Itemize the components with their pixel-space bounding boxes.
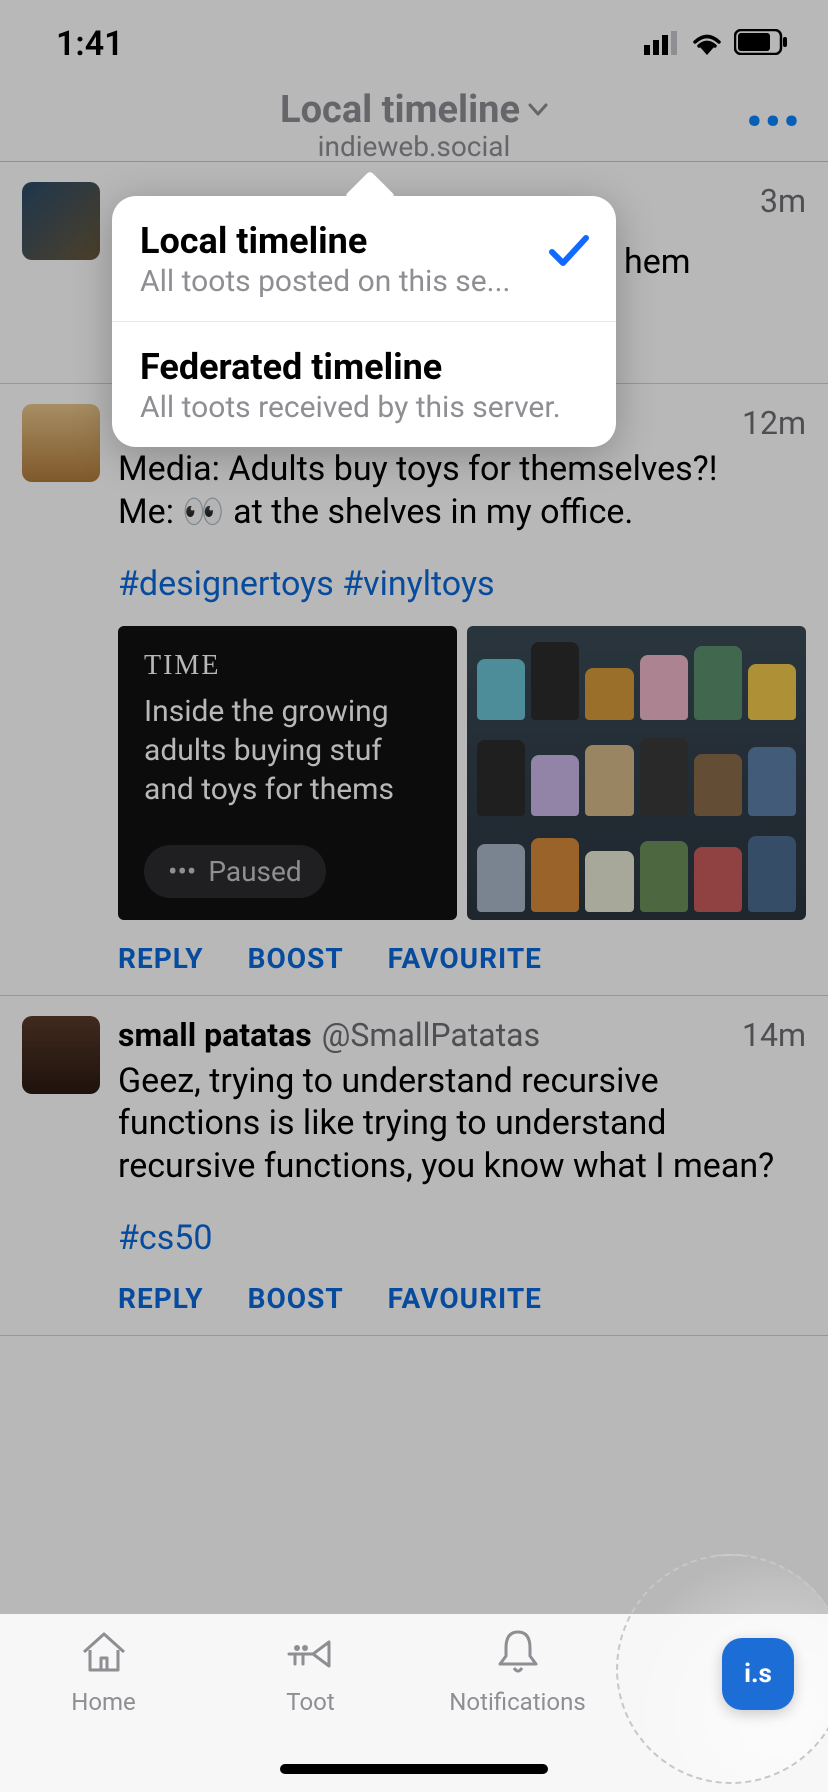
home-indicator bbox=[280, 1764, 548, 1774]
tab-label: Toot bbox=[286, 1688, 334, 1716]
tab-home[interactable]: Home bbox=[0, 1624, 207, 1792]
dropdown-item-federated[interactable]: Federated timeline All toots received by… bbox=[112, 321, 616, 447]
dropdown-item-local[interactable]: Local timeline All toots posted on this … bbox=[112, 196, 616, 321]
bell-icon bbox=[490, 1624, 546, 1684]
tab-bar: Home Toot Notifications i.s bbox=[0, 1613, 828, 1792]
tab-label: Home bbox=[71, 1688, 136, 1716]
checkmark-icon bbox=[548, 232, 590, 274]
dropdown-item-title: Federated timeline bbox=[140, 346, 588, 388]
trumpet-icon bbox=[283, 1624, 339, 1684]
dropdown-item-desc: All toots posted on this se... bbox=[140, 264, 560, 299]
dropdown-item-desc: All toots received by this server. bbox=[140, 390, 588, 425]
tab-label: Notifications bbox=[449, 1688, 585, 1716]
home-icon bbox=[76, 1624, 132, 1684]
dropdown-item-title: Local timeline bbox=[140, 220, 588, 262]
timeline-dropdown: Local timeline All toots posted on this … bbox=[112, 196, 616, 447]
fab-label: i.s bbox=[744, 1659, 772, 1689]
instance-fab[interactable]: i.s bbox=[722, 1638, 794, 1710]
post-text-peek: hem bbox=[624, 242, 691, 282]
